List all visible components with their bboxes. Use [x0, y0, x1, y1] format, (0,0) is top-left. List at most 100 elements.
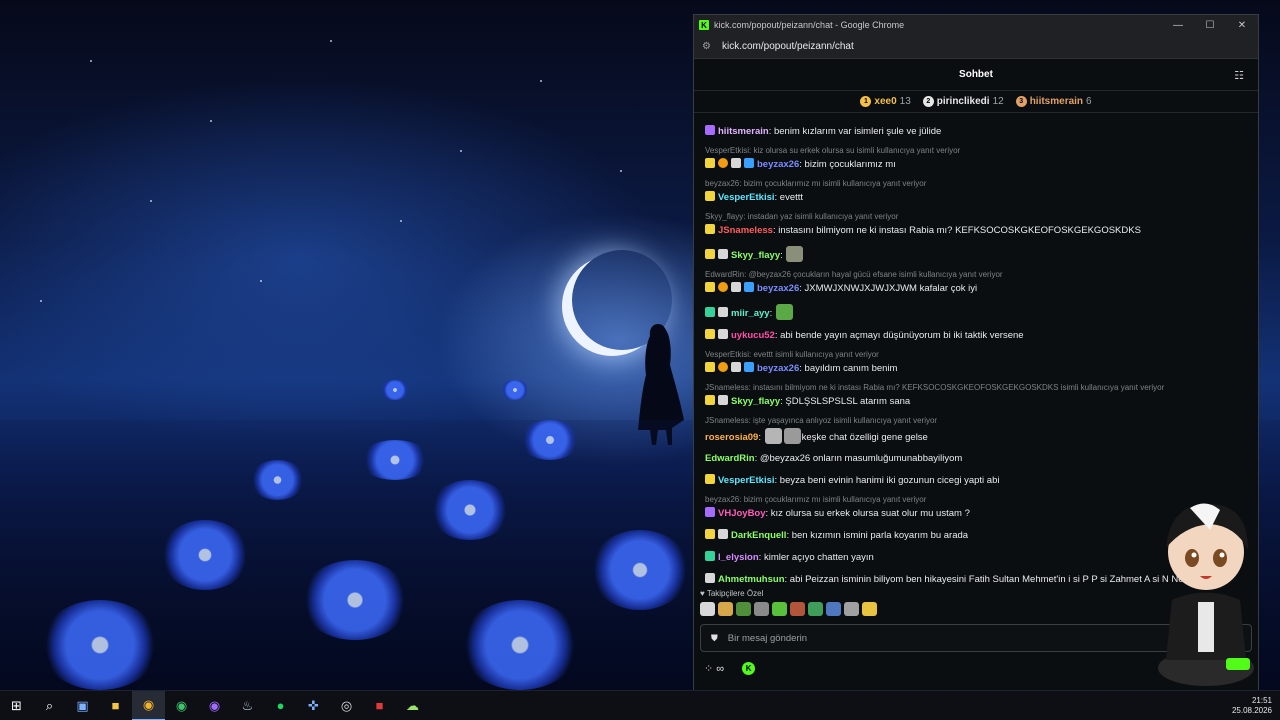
emote-icon[interactable]	[754, 602, 769, 616]
dots-icon: ⁘	[704, 663, 714, 675]
emote-icon[interactable]	[790, 602, 805, 616]
start-button[interactable]: ⊞	[0, 691, 33, 720]
chat-message-text: bizim çocuklarımız mı	[804, 159, 896, 170]
chat-message-text: @beyzax26 onların masumluğumunabbayiliyo…	[759, 453, 963, 464]
chat-username[interactable]: hiitsmerain	[718, 126, 769, 137]
minimize-button[interactable]: —	[1162, 20, 1194, 31]
chat-message-text: instasını bilmiyom ne ki instası Rabia m…	[778, 225, 1141, 236]
maximize-button[interactable]: ☐	[1194, 20, 1226, 31]
leaderboard-entry[interactable]: 2 pirinclikedi 12	[922, 96, 1004, 107]
emote-icon[interactable]	[844, 602, 859, 616]
mod-badge-icon	[731, 362, 741, 372]
emote-icon[interactable]	[736, 602, 751, 616]
users-icon[interactable]: ☷	[1234, 69, 1244, 82]
mod-badge-icon	[718, 529, 728, 539]
kick-coin-button[interactable]: K	[742, 662, 756, 675]
chat-message-text: bayıldım canım benim	[804, 363, 898, 374]
system-clock[interactable]: 21:51 25.08.2026	[1232, 696, 1272, 716]
taskbar-app-1[interactable]: ▣	[66, 691, 99, 720]
chat-username[interactable]: VesperEtkisi	[718, 192, 775, 203]
reply-context[interactable]: VesperEtkisi: evettt isimli kullanıcıya …	[705, 350, 1248, 360]
reply-context[interactable]: EdwardRin: @beyzax26 çocukların hayal gü…	[705, 270, 1248, 280]
chat-title: Sohbet	[959, 69, 993, 80]
taskbar-app-obs[interactable]: ◎	[330, 691, 363, 720]
taskbar-spotify[interactable]: ●	[264, 691, 297, 720]
chat-message-text: ben kızımın ismini parla koyarım bu arad…	[791, 530, 969, 541]
chat-username[interactable]: EdwardRin	[705, 453, 755, 464]
leaderboard-entry[interactable]: 1 xee0 13	[860, 96, 911, 107]
emote-icon[interactable]	[772, 602, 787, 616]
chat-username[interactable]: beyzax26	[757, 363, 799, 374]
emote-icon[interactable]	[808, 602, 823, 616]
reply-context[interactable]: VesperEtkisi: kiz olursa su erkek olursa…	[705, 146, 1248, 156]
taskbar-chrome[interactable]: ◉	[165, 691, 198, 720]
chat-message-text: benim kızlarım var isimleri şule ve jüli…	[773, 126, 942, 137]
chat-username[interactable]: VHJoyBoy	[718, 508, 766, 519]
reply-context[interactable]: beyzax26: bizim çocuklarımız mı isimli k…	[705, 179, 1248, 189]
taskbar-app-cloud[interactable]: ☁	[396, 691, 429, 720]
og-badge-icon	[705, 125, 715, 135]
emote-icon[interactable]	[862, 602, 877, 616]
window-titlebar[interactable]: K kick.com/popout/peizann/chat - Google …	[694, 15, 1258, 35]
gift-leaderboard: 1 xee0 13 2 pirinclikedi 12 3 hiitsmerain 6	[694, 91, 1258, 113]
chat-username[interactable]: miir_ayy	[731, 308, 770, 319]
reply-context[interactable]: JSnameless: işte yaşayınca anlıyoz isiml…	[705, 416, 1248, 426]
mod-badge-icon	[718, 329, 728, 339]
chat-username[interactable]: JSnameless	[718, 225, 773, 236]
sub-badge-icon	[705, 158, 715, 168]
chrome-profile-icon: ◉	[208, 697, 221, 713]
emote-icon[interactable]	[700, 602, 715, 616]
chat-settings-button[interactable]: ⁘ ∞	[704, 662, 724, 675]
gift-badge-icon	[718, 282, 728, 292]
chat-username[interactable]: DarkEnquell	[731, 530, 786, 541]
mod-badge-icon	[718, 307, 728, 317]
taskbar-chrome-profile[interactable]: ◉	[198, 691, 231, 720]
emote-icon[interactable]	[764, 428, 782, 444]
taskbar-app-red[interactable]: ■	[363, 691, 396, 720]
chat-username[interactable]: l_elysion	[718, 552, 759, 563]
emote-icon[interactable]	[775, 304, 793, 320]
chrome-icon: ◉	[142, 696, 155, 712]
steam-icon: ♨	[241, 697, 254, 713]
emote-icon[interactable]	[786, 246, 804, 262]
username-separator: :	[758, 432, 764, 443]
chat-username[interactable]: beyzax26	[757, 159, 799, 170]
search-button[interactable]: ⌕	[33, 691, 66, 720]
emote-icon[interactable]	[783, 428, 801, 444]
taskbar-app-network[interactable]: ✜	[297, 691, 330, 720]
vip-badge-icon	[744, 362, 754, 372]
url-text[interactable]: kick.com/popout/peizann/chat	[722, 41, 854, 52]
site-settings-icon[interactable]: ⚙	[702, 41, 714, 52]
chat-message: roserosia09: keşke chat özelligi gene ge…	[705, 428, 1248, 444]
rank-medal-icon: 1	[860, 96, 872, 107]
chat-username[interactable]: Skyy_flayy	[731, 396, 780, 407]
chat-username[interactable]: beyzax26	[757, 283, 799, 294]
chat-username[interactable]: VesperEtkisi	[718, 475, 775, 486]
og-badge-icon	[705, 507, 715, 517]
address-bar[interactable]: ⚙ kick.com/popout/peizann/chat	[694, 35, 1258, 59]
heart-icon: ♥	[700, 589, 705, 598]
chat-username[interactable]: uykucu52	[731, 330, 775, 341]
shield-icon: ⛊	[711, 632, 718, 643]
chat-username[interactable]: Skyy_flayy	[731, 250, 780, 261]
chat-message: JSnameless: instasını bilmiyom ne ki ins…	[705, 224, 1248, 237]
emote-icon[interactable]	[718, 602, 733, 616]
rank-medal-icon: 3	[1015, 96, 1027, 107]
chat-message: VesperEtkisi: beyza beni evinin hanimi i…	[705, 474, 1248, 487]
close-button[interactable]: ✕	[1226, 20, 1258, 31]
sub-badge-icon	[705, 224, 715, 234]
sub-badge-icon	[705, 249, 715, 259]
chat-message-text: evettt	[779, 192, 804, 203]
reply-context[interactable]: Skyy_flayy: instadan yaz isimli kullanıc…	[705, 212, 1248, 222]
emote-icon[interactable]	[826, 602, 841, 616]
taskbar-steam[interactable]: ♨	[231, 691, 264, 720]
reply-context[interactable]: JSnameless: instasını bilmiyom ne ki ins…	[705, 383, 1248, 393]
leaderboard-entry[interactable]: 3 hiitsmerain 6	[1015, 96, 1092, 107]
chat-username[interactable]: roserosia09	[705, 432, 758, 443]
taskbar-file-explorer[interactable]: ■	[99, 691, 132, 720]
network-app-icon: ✜	[308, 697, 319, 713]
taskbar-chrome-active[interactable]: ◉	[132, 690, 165, 720]
chat-username[interactable]: Ahmetmuhsun	[718, 574, 785, 585]
spotify-icon: ●	[276, 698, 285, 713]
taskbar: ⊞ ⌕ ▣ ■ ◉ ◉ ◉ ♨ ● ✜ ◎ ■ ☁ 21:51 25.08.20…	[0, 690, 1280, 720]
